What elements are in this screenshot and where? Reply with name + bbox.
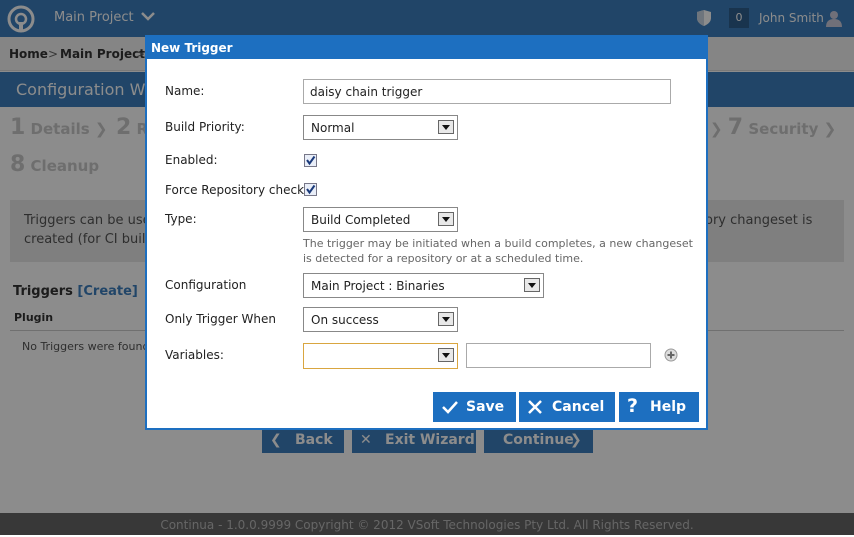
configuration-label: Configuration [165, 278, 247, 292]
dropdown-arrow-icon [524, 278, 540, 292]
enabled-label: Enabled: [165, 153, 218, 167]
variable-value-input[interactable] [466, 343, 651, 368]
save-button[interactable]: Save [433, 392, 516, 422]
enabled-checkbox[interactable] [304, 154, 317, 167]
type-label: Type: [165, 212, 197, 226]
variables-select[interactable] [303, 343, 458, 369]
question-mark-icon: ? [627, 395, 639, 417]
new-trigger-dialog: New Trigger Name: daisy chain trigger Bu… [145, 35, 708, 430]
only-trigger-when-label: Only Trigger When [165, 312, 276, 326]
dropdown-arrow-icon [438, 120, 454, 134]
help-button[interactable]: ? Help [619, 392, 699, 422]
force-repository-check-checkbox[interactable] [304, 183, 317, 196]
checkmark-icon [442, 401, 458, 414]
dropdown-arrow-icon [438, 212, 454, 226]
build-priority-label: Build Priority: [165, 120, 245, 134]
variables-label: Variables: [165, 348, 224, 362]
close-icon [528, 400, 542, 414]
name-label: Name: [165, 84, 205, 98]
dropdown-arrow-icon [438, 312, 454, 326]
cancel-button[interactable]: Cancel [519, 392, 615, 422]
dialog-title: New Trigger [151, 41, 233, 55]
checkmark-icon [306, 184, 316, 195]
configuration-select[interactable]: Main Project : Binaries [303, 273, 544, 298]
force-repository-check-label: Force Repository check: [165, 183, 309, 197]
dialog-title-bar[interactable]: New Trigger [147, 37, 706, 59]
add-variable-icon[interactable] [664, 348, 678, 362]
only-trigger-when-select[interactable]: On success [303, 307, 458, 332]
checkmark-icon [306, 155, 316, 166]
type-select[interactable]: Build Completed [303, 207, 458, 232]
type-help-text: The trigger may be initiated when a buil… [303, 237, 693, 265]
name-input[interactable]: daisy chain trigger [303, 79, 671, 104]
dropdown-arrow-icon [438, 348, 454, 362]
build-priority-select[interactable]: Normal [303, 115, 458, 140]
